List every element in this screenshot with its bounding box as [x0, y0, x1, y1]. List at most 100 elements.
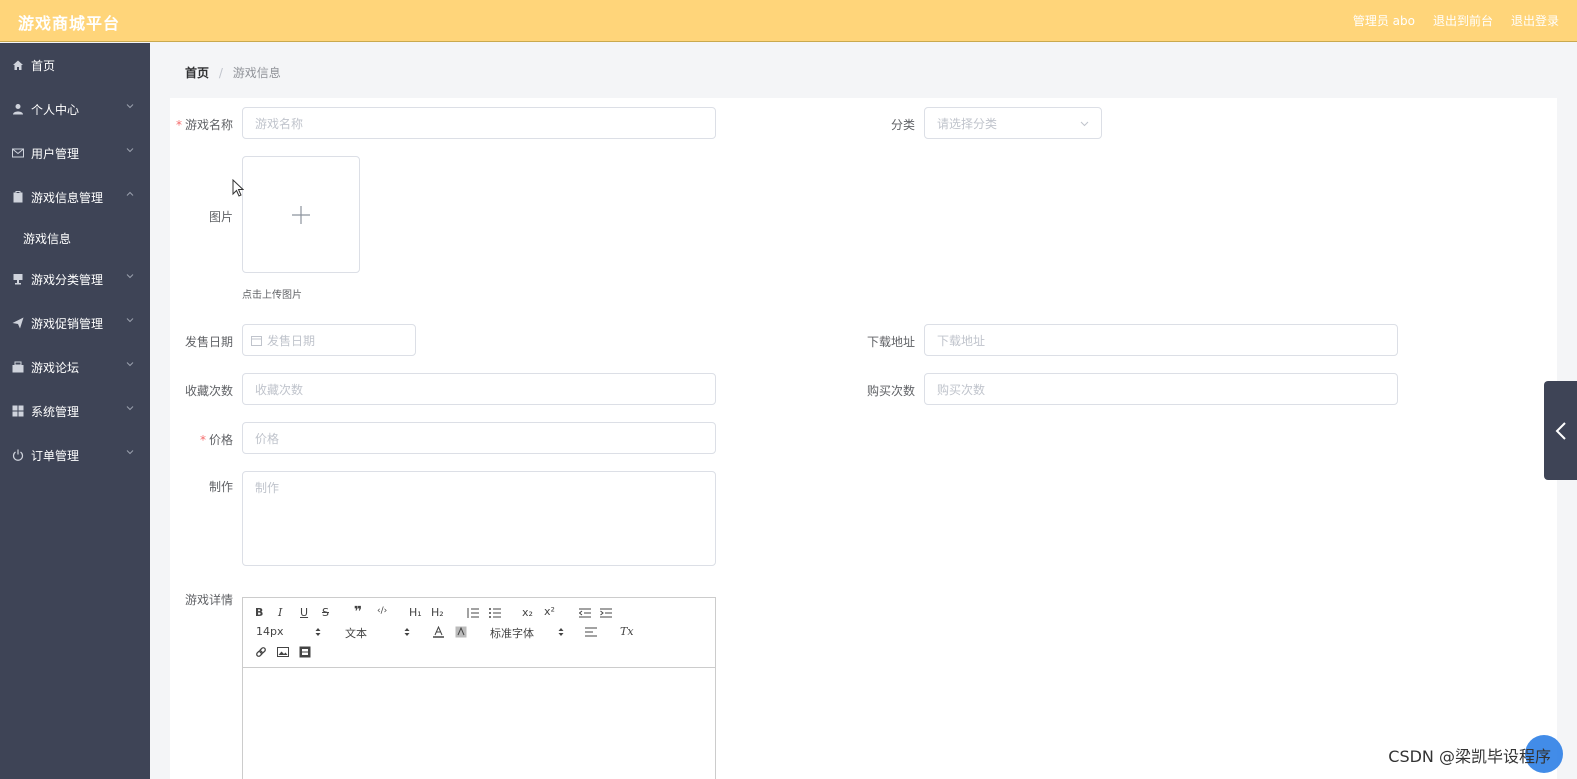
logout-link[interactable]: 退出登录: [1511, 12, 1559, 29]
sidebar-item-label: 系统管理: [31, 404, 80, 419]
maker-textarea[interactable]: 制作: [242, 471, 716, 566]
sidebar-item-personal[interactable]: 个人中心: [0, 87, 150, 131]
font-family-select[interactable]: 标准字体: [490, 625, 534, 641]
sidebar-item-home[interactable]: 首页: [0, 43, 150, 87]
italic-button[interactable]: I: [278, 606, 282, 619]
chevron-down-icon: [126, 406, 134, 411]
select-arrows-icon: [315, 628, 321, 636]
h2-button[interactable]: H₂: [431, 606, 444, 619]
sidebar-item-label: 游戏信息管理: [31, 190, 104, 205]
chevron-down-icon: [126, 148, 134, 153]
release-date-picker[interactable]: 发售日期: [242, 324, 416, 356]
font-color-icon[interactable]: [433, 626, 444, 638]
breadcrumb-current: 游戏信息: [232, 66, 281, 80]
maker-label: 制作: [208, 480, 233, 494]
sidebar: 首页 个人中心 用户管理 游戏信息管理 游戏信息 游戏分类管理 游戏促销管理 游…: [0, 43, 150, 779]
price-label: * 价格: [199, 433, 233, 447]
sidebar-item-label: 个人中心: [31, 102, 80, 117]
link-icon[interactable]: [255, 646, 267, 658]
watermark: CSDN @梁凯毕设程序: [1388, 747, 1551, 766]
box-icon: [12, 361, 24, 373]
chevron-down-icon: [126, 450, 134, 455]
admin-name: 管理员 abo: [1352, 14, 1415, 28]
subscript-button[interactable]: x₂: [522, 606, 533, 619]
sidebar-item-game-info-mgmt[interactable]: 游戏信息管理: [0, 175, 150, 219]
home-icon: [13, 60, 23, 70]
game-name-input[interactable]: 游戏名称: [242, 107, 716, 139]
sidebar-item-users[interactable]: 用户管理: [0, 131, 150, 175]
sidebar-item-forum[interactable]: 游戏论坛: [0, 345, 150, 389]
sidebar-item-label: 游戏论坛: [31, 360, 80, 375]
bold-button[interactable]: B: [255, 606, 263, 619]
mouse-cursor-icon: [232, 179, 244, 197]
calendar-icon: [251, 335, 262, 346]
sidebar-subitem-game-info[interactable]: 游戏信息: [0, 219, 150, 257]
back-to-front-link[interactable]: 退出到前台: [1433, 12, 1493, 29]
sidebar-item-label: 首页: [31, 58, 56, 73]
send-icon: [12, 317, 24, 329]
game-form: * 游戏名称 游戏名称 分类 请选择分类 图片 点击上传图片 发售日期 发售日期 …: [170, 98, 1557, 779]
detail-label: 游戏详情: [184, 593, 233, 607]
side-panel-toggle[interactable]: [1544, 381, 1577, 480]
font-size-select[interactable]: 14px: [256, 625, 284, 638]
cup-icon: [13, 274, 23, 285]
mail-icon: [12, 148, 24, 158]
favorites-input[interactable]: 收藏次数: [242, 373, 716, 405]
main-content: 首页 / 游戏信息 * 游戏名称 游戏名称 分类 请选择分类 图片 点击上传图片 …: [150, 43, 1577, 779]
grid-icon: [12, 405, 24, 417]
header-actions: 管理员 abo 退出到前台 退出登录: [1353, 12, 1559, 29]
sidebar-item-system[interactable]: 系统管理: [0, 389, 150, 433]
download-url-input[interactable]: 下载地址: [924, 324, 1398, 356]
bullet-list-icon[interactable]: [489, 608, 501, 618]
sidebar-item-promotion-mgmt[interactable]: 游戏促销管理: [0, 301, 150, 345]
upload-tip: 点击上传图片: [242, 290, 302, 301]
clear-format-button[interactable]: Tx: [620, 625, 634, 638]
strike-button[interactable]: S: [322, 606, 329, 619]
chevron-down-icon: [126, 274, 134, 279]
user-icon: [13, 104, 23, 115]
game-name-label: * 游戏名称: [175, 118, 233, 132]
release-date-placeholder: 发售日期: [267, 333, 316, 348]
favorites-label: 收藏次数: [184, 384, 233, 398]
sidebar-item-label: 游戏促销管理: [31, 316, 104, 331]
download-url-label: 下载地址: [866, 335, 915, 349]
sidebar-item-label: 游戏分类管理: [31, 272, 104, 287]
purchases-input[interactable]: 购买次数: [924, 373, 1398, 405]
brand-title: 游戏商城平台: [18, 14, 121, 33]
chevron-left-icon: [1555, 421, 1566, 440]
chevron-down-icon: [126, 104, 134, 109]
sidebar-item-label: 用户管理: [31, 146, 80, 161]
image-label: 图片: [208, 210, 233, 224]
breadcrumb: 首页 / 游戏信息: [185, 64, 281, 81]
category-label: 分类: [890, 118, 915, 132]
h1-button[interactable]: H₁: [409, 606, 422, 619]
header-select[interactable]: 文本: [345, 625, 367, 641]
ordered-list-icon[interactable]: [467, 608, 479, 618]
select-arrows-icon: [558, 628, 564, 636]
clipboard-icon: [13, 191, 23, 203]
select-arrows-icon: [404, 628, 410, 636]
purchases-label: 购买次数: [866, 384, 915, 398]
release-date-label: 发售日期: [184, 335, 233, 349]
category-select[interactable]: 请选择分类: [924, 107, 1102, 139]
image-upload-button[interactable]: [242, 156, 360, 273]
image-icon[interactable]: [277, 646, 289, 658]
code-block-button[interactable]: ‹/›: [377, 606, 387, 616]
top-header: 游戏商城平台 管理员 abo 退出到前台 退出登录: [0, 0, 1577, 42]
sidebar-item-label: 订单管理: [31, 448, 80, 463]
superscript-button[interactable]: x²: [544, 605, 555, 618]
chevron-up-icon: [126, 191, 134, 196]
breadcrumb-home[interactable]: 首页: [185, 66, 209, 80]
video-icon[interactable]: [299, 646, 311, 658]
indent-icon[interactable]: [600, 608, 612, 618]
sidebar-item-orders[interactable]: 订单管理: [0, 433, 150, 477]
price-input[interactable]: 价格: [242, 422, 716, 454]
align-icon[interactable]: [585, 627, 597, 637]
background-color-icon[interactable]: [455, 626, 467, 638]
outdent-icon[interactable]: [579, 608, 591, 618]
underline-button[interactable]: U: [300, 606, 308, 619]
blockquote-button[interactable]: ❞: [354, 604, 362, 620]
rich-text-editor: B I U S ❞ ‹/› H₁ H₂ x₂ x² 14px 文本 标准字体 T…: [242, 597, 716, 779]
sidebar-item-category-mgmt[interactable]: 游戏分类管理: [0, 257, 150, 301]
breadcrumb-separator: /: [218, 66, 223, 80]
